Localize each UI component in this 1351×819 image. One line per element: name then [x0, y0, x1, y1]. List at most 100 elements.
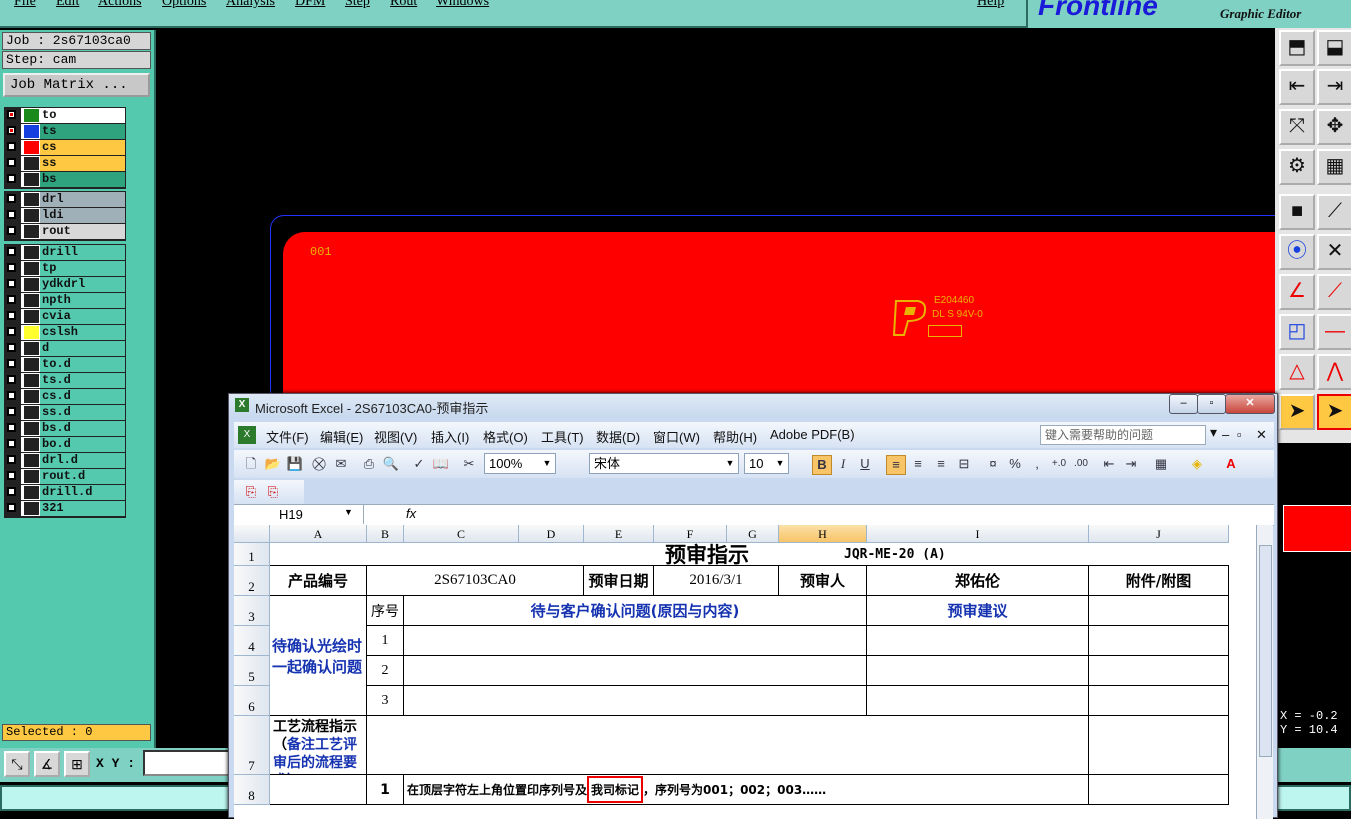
layer-checkbox[interactable]: [7, 226, 16, 235]
xmenu-insert[interactable]: 插入(I): [431, 427, 469, 446]
layer-color-swatch[interactable]: [24, 374, 39, 387]
fill-color-icon[interactable]: ◈: [1188, 455, 1206, 473]
minimize-icon[interactable]: –: [1169, 394, 1198, 414]
font-size-dropdown-icon[interactable]: ▼: [773, 455, 787, 472]
layer-checkbox[interactable]: [7, 359, 16, 368]
layer-color-swatch[interactable]: [24, 246, 39, 259]
column-header-g[interactable]: G: [727, 525, 779, 543]
align-left-icon[interactable]: ≡: [886, 455, 906, 475]
layer-name[interactable]: bs: [40, 172, 125, 187]
layer-row-ss-d[interactable]: ss.d: [5, 405, 125, 421]
layer-name[interactable]: rout.d: [40, 469, 125, 484]
slope-icon[interactable]: ⟋: [1317, 274, 1351, 310]
row-header-5[interactable]: 5: [234, 656, 270, 686]
comma-icon[interactable]: ,: [1028, 455, 1046, 473]
layer-checkbox[interactable]: [7, 247, 16, 256]
attachment-cell[interactable]: [1089, 656, 1229, 686]
italic-icon[interactable]: I: [834, 455, 852, 473]
vertical-scrollbar[interactable]: [1256, 525, 1273, 819]
zoom-dropdown-icon[interactable]: ▼: [540, 455, 554, 472]
decrease-indent-icon[interactable]: ⇤: [1100, 455, 1118, 473]
excel-titlebar[interactable]: X Microsoft Excel - 2S67103CA0-预审指示 – ▫ …: [229, 394, 1277, 418]
xmenu-adobe-pdf[interactable]: Adobe PDF(B): [770, 427, 855, 442]
column-header-c[interactable]: C: [404, 525, 519, 543]
angle-icon[interactable]: ∠: [1279, 274, 1315, 310]
layer-color-swatch[interactable]: [24, 209, 39, 222]
column-header-d[interactable]: D: [519, 525, 584, 543]
seq-cell[interactable]: 2: [367, 656, 404, 686]
layer-color-swatch[interactable]: [24, 438, 39, 451]
layer-checkbox[interactable]: [7, 142, 16, 151]
align-center-icon[interactable]: ≡: [909, 455, 927, 473]
layer-name[interactable]: drill.d: [40, 485, 125, 500]
layer-name[interactable]: ydkdrl: [40, 277, 125, 292]
product-no-value[interactable]: 2S67103CA0: [367, 566, 584, 596]
layer-color-swatch[interactable]: [24, 358, 39, 371]
layer-checkbox[interactable]: [7, 503, 16, 512]
layer-row-rout[interactable]: rout: [5, 224, 125, 240]
permission-icon[interactable]: ⛒: [310, 455, 328, 473]
increase-decimal-icon[interactable]: +.0: [1050, 455, 1068, 473]
push-icon[interactable]: ⬒: [1279, 30, 1315, 66]
row-header-2[interactable]: 2: [234, 566, 270, 596]
reviewer-label[interactable]: 预审人: [779, 566, 867, 596]
select-arrow-active-icon[interactable]: ➤: [1317, 394, 1351, 430]
menu-dfm[interactable]: DFM: [295, 0, 325, 10]
doc-minimize-icon[interactable]: –: [1222, 427, 1229, 442]
layer-color-swatch[interactable]: [24, 109, 39, 122]
suggestion-header[interactable]: 预审建议: [867, 596, 1089, 626]
process-cell[interactable]: [367, 716, 1089, 775]
bold-icon[interactable]: B: [812, 455, 832, 475]
align-right-icon[interactable]: ≡: [932, 455, 950, 473]
row8-text[interactable]: 在顶层字符左上角位置印序列号及 我司标记 ，序列号为001；002；003……: [404, 775, 1089, 805]
layer-color-swatch[interactable]: [24, 310, 39, 323]
row-header-6[interactable]: 6: [234, 686, 270, 716]
resize-icon[interactable]: ⤡: [4, 751, 30, 777]
layer-name[interactable]: cslsh: [40, 325, 125, 340]
xmenu-window[interactable]: 窗口(W): [653, 427, 700, 446]
suggestion-cell[interactable]: [867, 656, 1089, 686]
pad-icon[interactable]: ■: [1279, 194, 1315, 230]
layer-row-321[interactable]: 321: [5, 501, 125, 517]
xy-input[interactable]: [143, 750, 233, 776]
new-icon[interactable]: 🗋: [242, 455, 260, 473]
layer-row-ss[interactable]: ss: [5, 156, 125, 172]
review-date-value[interactable]: 2016/3/1: [654, 566, 779, 596]
doc-code[interactable]: JQR-ME-20 (A): [779, 543, 1229, 566]
layer-row-tp[interactable]: tp: [5, 261, 125, 277]
process-label[interactable]: 工艺流程指示（备注工艺评审后的流程要求）: [270, 716, 367, 775]
seq-header[interactable]: 序号: [367, 596, 404, 626]
layer-color-swatch[interactable]: [24, 326, 39, 339]
layer-color-swatch[interactable]: [24, 390, 39, 403]
layer-name[interactable]: bo.d: [40, 437, 125, 452]
help-dropdown-icon[interactable]: ▾: [1210, 424, 1217, 441]
layer-color-swatch[interactable]: [24, 278, 39, 291]
job-matrix-button[interactable]: Job Matrix ...: [3, 73, 150, 97]
fit-icon[interactable]: ⤧: [1279, 109, 1315, 145]
row-header-3[interactable]: 3: [234, 596, 270, 626]
spelling-icon[interactable]: ✓: [410, 455, 428, 473]
zoom-icon[interactable]: ✥: [1317, 109, 1351, 145]
zoom-select[interactable]: 100% ▼: [484, 453, 556, 474]
layer-row-cs-d[interactable]: cs.d: [5, 389, 125, 405]
reviewer-value[interactable]: 郑佑伦: [867, 566, 1089, 596]
layer-color-swatch[interactable]: [24, 193, 39, 206]
node-icon[interactable]: ⦿: [1279, 234, 1315, 270]
layer-name[interactable]: cs.d: [40, 389, 125, 404]
layer-color-swatch[interactable]: [24, 486, 39, 499]
row-header-7[interactable]: 7: [234, 716, 270, 775]
doc-restore-icon[interactable]: ▫: [1237, 427, 1242, 442]
layer-checkbox[interactable]: [7, 210, 16, 219]
layer-checkbox[interactable]: [7, 375, 16, 384]
layer-checkbox[interactable]: [7, 126, 16, 135]
menu-rout[interactable]: Rout: [390, 0, 417, 10]
layer-name[interactable]: cvia: [40, 309, 125, 324]
layer-color-swatch[interactable]: [24, 173, 39, 186]
pull-icon[interactable]: ⬓: [1317, 30, 1351, 66]
layer-checkbox[interactable]: [7, 295, 16, 304]
restore-icon[interactable]: ▫: [1197, 394, 1226, 414]
layer-row-drl[interactable]: drl: [5, 192, 125, 208]
row8-seq[interactable]: 1: [367, 775, 404, 805]
attachment-label[interactable]: 附件/附图: [1089, 566, 1229, 596]
layer-color-swatch[interactable]: [24, 262, 39, 275]
